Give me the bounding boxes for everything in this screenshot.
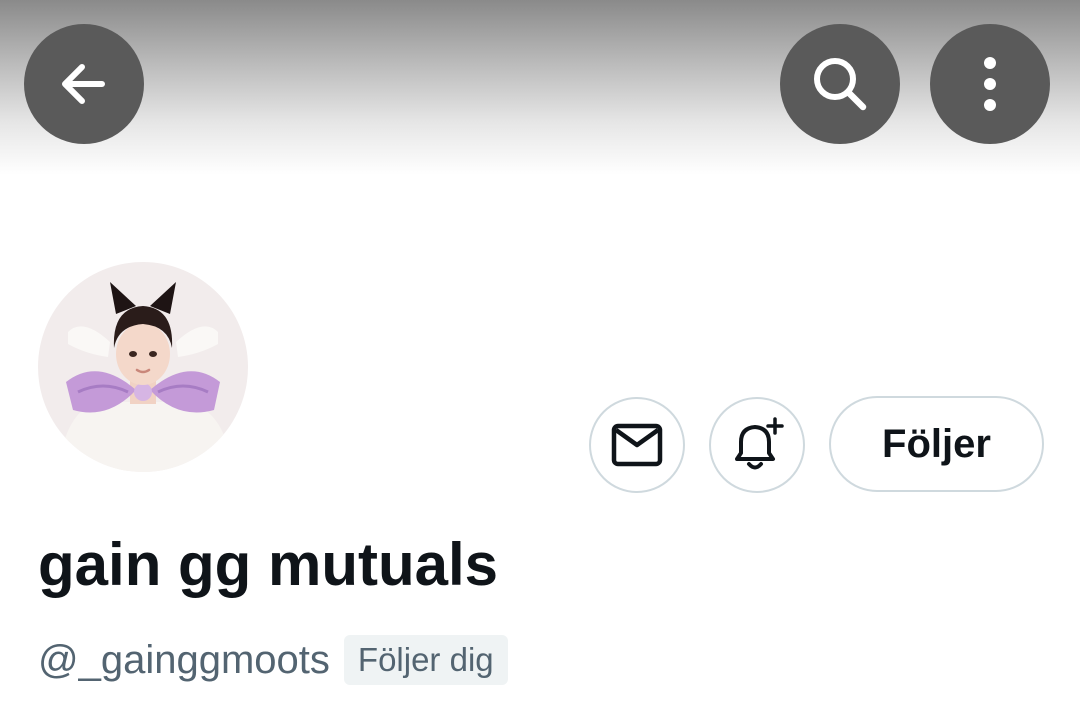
handle-row: @_gainggmoots Följer dig [38, 632, 508, 688]
message-button[interactable] [589, 397, 685, 493]
following-button[interactable]: Följer [829, 396, 1044, 492]
profile-handle: @_gainggmoots [38, 637, 330, 682]
search-icon [814, 58, 867, 111]
mail-icon [611, 423, 663, 467]
search-button[interactable] [780, 24, 900, 144]
profile-display-name: gain gg mutuals [38, 531, 499, 598]
bell-plus-icon [735, 417, 784, 470]
notifications-button[interactable] [709, 397, 805, 493]
header-banner [0, 0, 1080, 175]
more-options-button[interactable] [930, 24, 1050, 144]
follows-you-badge: Följer dig [343, 635, 508, 685]
more-vertical-icon [984, 57, 996, 111]
following-button-label: Följer [882, 421, 991, 466]
back-button[interactable] [24, 24, 144, 144]
avatar-photo [38, 262, 248, 472]
profile-page: Följer gain gg mutuals @_gainggmoots Föl… [0, 0, 1080, 724]
avatar[interactable] [38, 262, 248, 472]
arrow-left-icon [62, 64, 105, 104]
